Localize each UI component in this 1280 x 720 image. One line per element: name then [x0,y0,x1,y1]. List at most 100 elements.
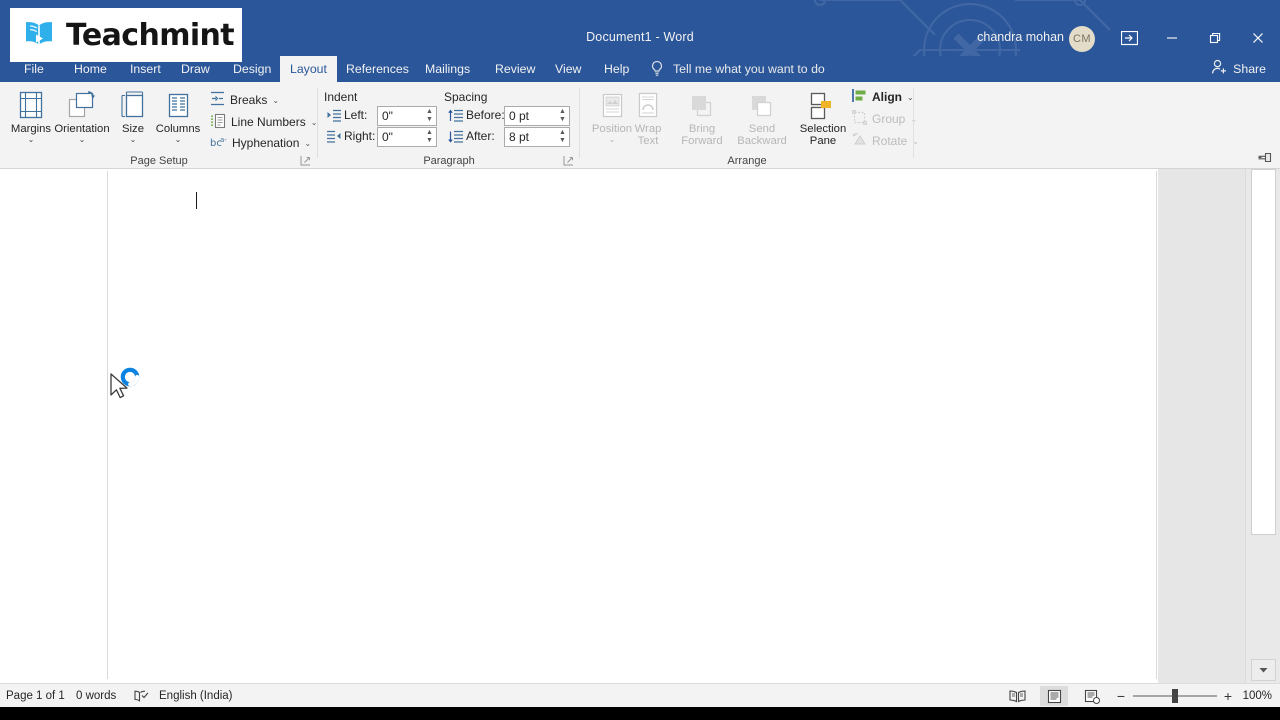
align-button[interactable]: Align ⌄ [848,87,918,107]
indent-left-input[interactable] [378,107,423,125]
vertical-scrollbar[interactable] [1245,169,1280,683]
hyphenation-icon: bc a- [210,134,227,152]
avatar[interactable]: CM [1069,26,1095,52]
rotate-button[interactable]: Rotate ⌄ [848,131,923,151]
chevron-down-icon[interactable]: ⌄ [609,136,616,144]
chevron-down-icon[interactable]: ⌄ [272,96,279,105]
tab-mailings[interactable]: Mailings [415,56,480,82]
send-backward-icon [747,87,777,121]
group-label-arrange: Arrange [727,155,767,167]
group-label-paragraph: Paragraph [423,155,475,167]
indent-right-field[interactable]: ▲▼ [377,127,437,147]
teachmint-wordmark: Teachmint [66,17,235,53]
tab-references[interactable]: References [336,56,419,82]
page-indicator[interactable]: Page 1 of 1 [6,684,65,708]
line-numbers-label: Line Numbers [231,115,306,129]
selection-pane-button[interactable]: Selection Pane [792,87,854,155]
group-page-setup: Margins ⌄ Orientation ⌄ Size ⌄ Columns ⌄… [0,82,318,169]
position-icon [597,87,627,121]
bring-forward-button[interactable]: Bring Forward [672,87,732,155]
columns-icon [163,87,193,121]
paragraph-dialog-launcher[interactable] [563,155,574,166]
tab-view[interactable]: View [545,56,591,82]
orientation-button[interactable]: Orientation ⌄ [54,87,110,155]
screen-letterbox [0,707,1280,720]
send-backward-button[interactable]: Send Backward [732,87,792,155]
left-gutter [0,169,107,683]
spacing-after-field[interactable]: ▲▼ [504,127,570,147]
chevron-down-icon[interactable]: ⌄ [304,139,311,148]
word-count[interactable]: 0 words [76,684,116,708]
size-label: Size [122,123,144,135]
account-name[interactable]: chandra mohan [977,30,1064,44]
chevron-down-icon[interactable]: ⌄ [28,136,35,144]
wrap-text-label: Wrap Text [634,123,662,147]
document-workspace [0,169,1245,683]
breaks-icon [210,91,225,109]
wrap-text-icon [634,87,662,121]
align-label: Align [872,90,902,104]
tab-review[interactable]: Review [485,56,545,82]
spacing-before-stepper[interactable]: ▲ ▼ [556,107,569,125]
rotate-icon [852,132,867,150]
pin-ribbon-icon[interactable] [1256,151,1274,165]
indent-left-stepper[interactable]: ▲ ▼ [423,107,436,125]
close-button[interactable] [1236,22,1280,54]
wrap-text-button[interactable]: Wrap Text [626,87,670,155]
scroll-down-button[interactable] [1251,659,1276,681]
scrollbar-thumb[interactable] [1251,169,1276,535]
bring-forward-label: Bring Forward [681,123,723,147]
selection-pane-label: Selection Pane [799,123,847,147]
line-numbers-button[interactable]: Line Numbers ⌄ [206,112,321,132]
proofing-errors-icon[interactable] [134,689,149,706]
page-setup-dialog-launcher[interactable] [300,155,311,166]
group-icon [852,110,867,128]
selection-pane-icon [807,87,839,121]
spacing-before-field[interactable]: ▲▼ [504,106,570,126]
print-layout-button[interactable] [1040,686,1068,706]
indent-right-stepper[interactable]: ▲ ▼ [423,128,436,146]
columns-label: Columns [155,123,201,135]
spacing-before-icon [448,109,463,125]
send-backward-label: Send Backward [737,123,787,147]
hyphenation-button[interactable]: bc a- Hyphenation ⌄ [206,133,315,153]
language-indicator[interactable]: English (India) [159,684,233,708]
spacing-before-input[interactable] [505,107,556,125]
margins-button[interactable]: Margins ⌄ [3,87,59,155]
indent-header: Indent [324,90,358,104]
read-mode-button[interactable] [1003,686,1031,706]
teachmint-logo: Teachmint [10,8,242,62]
indent-left-field[interactable]: ▲▼ [377,106,437,126]
tab-help[interactable]: Help [594,56,639,82]
zoom-slider-thumb[interactable] [1172,689,1178,703]
share-button[interactable]: Share [1212,56,1266,82]
indent-right-input[interactable] [378,128,423,146]
ribbon: Margins ⌄ Orientation ⌄ Size ⌄ Columns ⌄… [0,82,1280,169]
zoom-in-button[interactable]: + [1221,687,1235,705]
chevron-down-icon[interactable]: ⌄ [79,136,86,144]
zoom-out-button[interactable]: − [1114,687,1128,705]
svg-text:a-: a- [220,136,227,144]
spacing-after-stepper[interactable]: ▲ ▼ [556,128,569,146]
lightbulb-icon [650,60,664,81]
restore-button[interactable] [1193,22,1237,54]
tell-me-search[interactable]: Tell me what you want to do [673,56,825,82]
minimize-button[interactable] [1150,22,1194,54]
document-page[interactable] [107,171,1157,679]
breaks-button[interactable]: Breaks ⌄ [206,90,283,110]
line-numbers-icon [210,113,226,132]
group-button[interactable]: Group ⌄ [848,109,921,129]
zoom-level[interactable]: 100% [1243,684,1272,708]
chevron-down-icon[interactable]: ⌄ [130,136,137,144]
tab-layout[interactable]: Layout [280,56,337,82]
size-icon [118,87,148,121]
ribbon-display-options-icon[interactable] [1116,27,1142,49]
group-separator [913,88,914,158]
columns-button[interactable]: Columns ⌄ [150,87,206,155]
align-icon [852,88,867,106]
web-layout-button[interactable] [1078,686,1106,706]
breaks-label: Breaks [230,93,268,107]
chevron-down-icon[interactable]: ⌄ [175,136,182,144]
word-application-window: Document1 - Word chandra mohan CM File H… [0,0,1280,720]
spacing-after-input[interactable] [505,128,556,146]
